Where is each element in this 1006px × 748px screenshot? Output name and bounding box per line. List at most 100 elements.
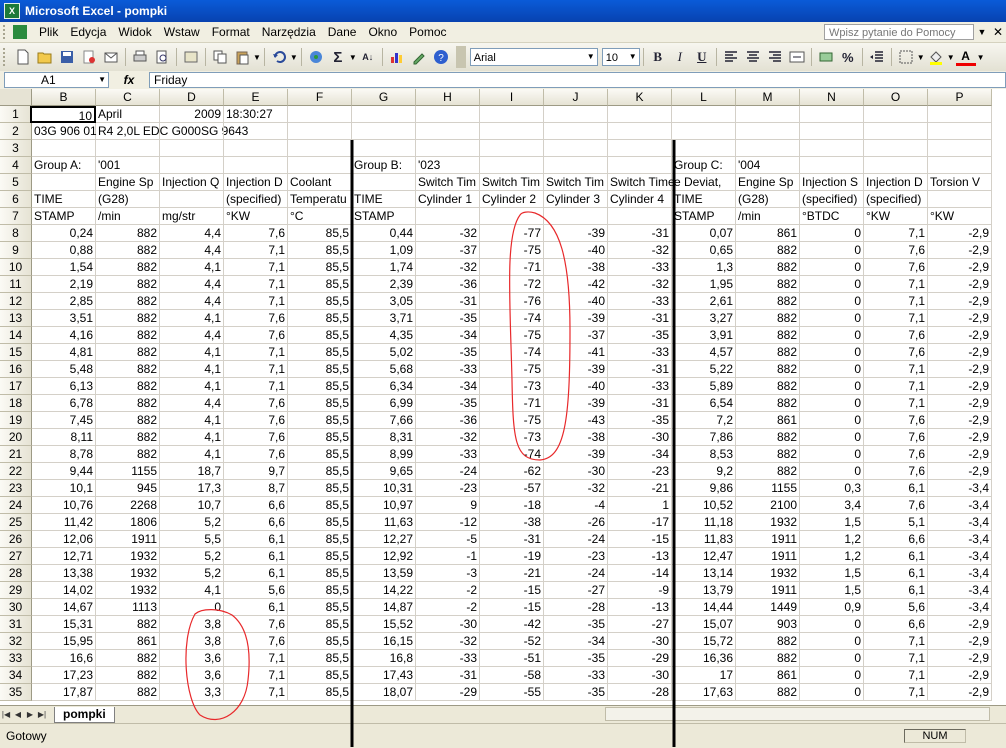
cell[interactable]: 16,15 (352, 633, 416, 650)
cell[interactable]: /min (96, 208, 160, 225)
cell[interactable]: -21 (608, 480, 672, 497)
cell[interactable]: 5,6 (224, 582, 288, 599)
currency-icon[interactable] (816, 47, 836, 67)
cell[interactable] (544, 157, 608, 174)
cell[interactable]: -5 (416, 531, 480, 548)
cell[interactable]: -39 (544, 446, 608, 463)
cell[interactable]: 7,1 (224, 667, 288, 684)
row-header[interactable]: 2 (0, 123, 32, 140)
column-header[interactable]: D (160, 89, 224, 106)
cell[interactable]: -71 (480, 395, 544, 412)
cell[interactable]: -74 (480, 446, 544, 463)
cell[interactable]: 7,66 (352, 412, 416, 429)
sheet-tab-pompki[interactable]: pompki (54, 706, 115, 723)
cell[interactable]: -2,9 (928, 361, 992, 378)
cell[interactable]: 10,76 (32, 497, 96, 514)
cell[interactable]: -3,4 (928, 480, 992, 497)
cell[interactable]: April (96, 106, 160, 123)
column-header[interactable]: H (416, 89, 480, 106)
cell[interactable]: 6,13 (32, 378, 96, 395)
cell[interactable]: 1113 (96, 599, 160, 616)
cell[interactable] (352, 106, 416, 123)
cell[interactable]: 7,1 (864, 361, 928, 378)
cell[interactable]: 17,23 (32, 667, 96, 684)
cell[interactable]: 4,1 (160, 582, 224, 599)
cell[interactable]: 85,5 (288, 259, 352, 276)
bold-icon[interactable]: B (648, 47, 668, 67)
cell[interactable]: 882 (96, 412, 160, 429)
cell[interactable]: 7,6 (864, 463, 928, 480)
cell[interactable]: -15 (480, 582, 544, 599)
cell[interactable] (736, 106, 800, 123)
cell[interactable]: -40 (544, 242, 608, 259)
cell[interactable]: 1806 (96, 514, 160, 531)
cell[interactable]: 1,5 (800, 582, 864, 599)
row-header[interactable]: 30 (0, 599, 32, 616)
cell[interactable]: 0 (160, 599, 224, 616)
cell[interactable] (608, 208, 672, 225)
row-header[interactable]: 26 (0, 531, 32, 548)
cell[interactable]: (G28) (96, 191, 160, 208)
horizontal-scrollbar[interactable] (605, 707, 990, 721)
cell[interactable]: 1911 (736, 531, 800, 548)
cell[interactable]: 4,57 (672, 344, 736, 361)
cell[interactable]: Coolant (288, 174, 352, 191)
cell[interactable]: -37 (544, 327, 608, 344)
cell[interactable]: 7,6 (864, 412, 928, 429)
column-header[interactable]: F (288, 89, 352, 106)
cell[interactable]: -33 (608, 344, 672, 361)
cell[interactable]: -35 (608, 327, 672, 344)
cell[interactable]: 85,5 (288, 650, 352, 667)
column-header[interactable]: K (608, 89, 672, 106)
toolbar-options-icon[interactable] (455, 46, 466, 68)
cell[interactable]: 2,39 (352, 276, 416, 293)
cell[interactable]: -2,9 (928, 344, 992, 361)
cell[interactable]: 5,2 (160, 565, 224, 582)
cell[interactable]: °C (288, 208, 352, 225)
cell[interactable]: 4,1 (160, 412, 224, 429)
cell[interactable]: °KW (928, 208, 992, 225)
cell[interactable]: 882 (96, 310, 160, 327)
cell[interactable]: 7,86 (672, 429, 736, 446)
cell[interactable]: -74 (480, 310, 544, 327)
cell[interactable]: 4,1 (160, 361, 224, 378)
cell[interactable]: -55 (480, 684, 544, 701)
cell[interactable]: 3,51 (32, 310, 96, 327)
cell[interactable]: -38 (480, 514, 544, 531)
cell[interactable]: 3,3 (160, 684, 224, 701)
cell[interactable]: 5,68 (352, 361, 416, 378)
cell[interactable]: 882 (736, 293, 800, 310)
menu-okno[interactable]: Okno (362, 25, 403, 39)
cell[interactable]: -2,9 (928, 276, 992, 293)
cell[interactable]: -39 (544, 225, 608, 242)
cell[interactable] (608, 157, 672, 174)
cell[interactable]: 1932 (736, 514, 800, 531)
cell[interactable]: 10,31 (352, 480, 416, 497)
cell[interactable]: 7,1 (224, 276, 288, 293)
cell[interactable]: 3,05 (352, 293, 416, 310)
cell[interactable]: 7,6 (864, 242, 928, 259)
cell[interactable]: 85,5 (288, 548, 352, 565)
cell[interactable]: 7,1 (864, 650, 928, 667)
cell[interactable]: 11,63 (352, 514, 416, 531)
row-header[interactable]: 29 (0, 582, 32, 599)
cell[interactable]: 85,5 (288, 446, 352, 463)
row-header[interactable]: 6 (0, 191, 32, 208)
autosum-icon[interactable]: Σ (328, 47, 348, 67)
cell[interactable]: -2,9 (928, 395, 992, 412)
cell[interactable]: -2,9 (928, 650, 992, 667)
cell[interactable]: 85,5 (288, 514, 352, 531)
cell[interactable]: 0 (800, 616, 864, 633)
cell[interactable]: (specified) (864, 191, 928, 208)
cell[interactable]: 1,2 (800, 531, 864, 548)
cell[interactable]: Injection Q (160, 174, 224, 191)
cell[interactable]: 1,5 (800, 514, 864, 531)
cell[interactable]: 85,5 (288, 242, 352, 259)
cell[interactable]: 5,5 (160, 531, 224, 548)
cell[interactable] (160, 140, 224, 157)
cell[interactable]: -3,4 (928, 548, 992, 565)
row-header[interactable]: 19 (0, 412, 32, 429)
drawing-icon[interactable] (409, 47, 429, 67)
cell[interactable]: -40 (544, 378, 608, 395)
cell[interactable]: 85,5 (288, 395, 352, 412)
